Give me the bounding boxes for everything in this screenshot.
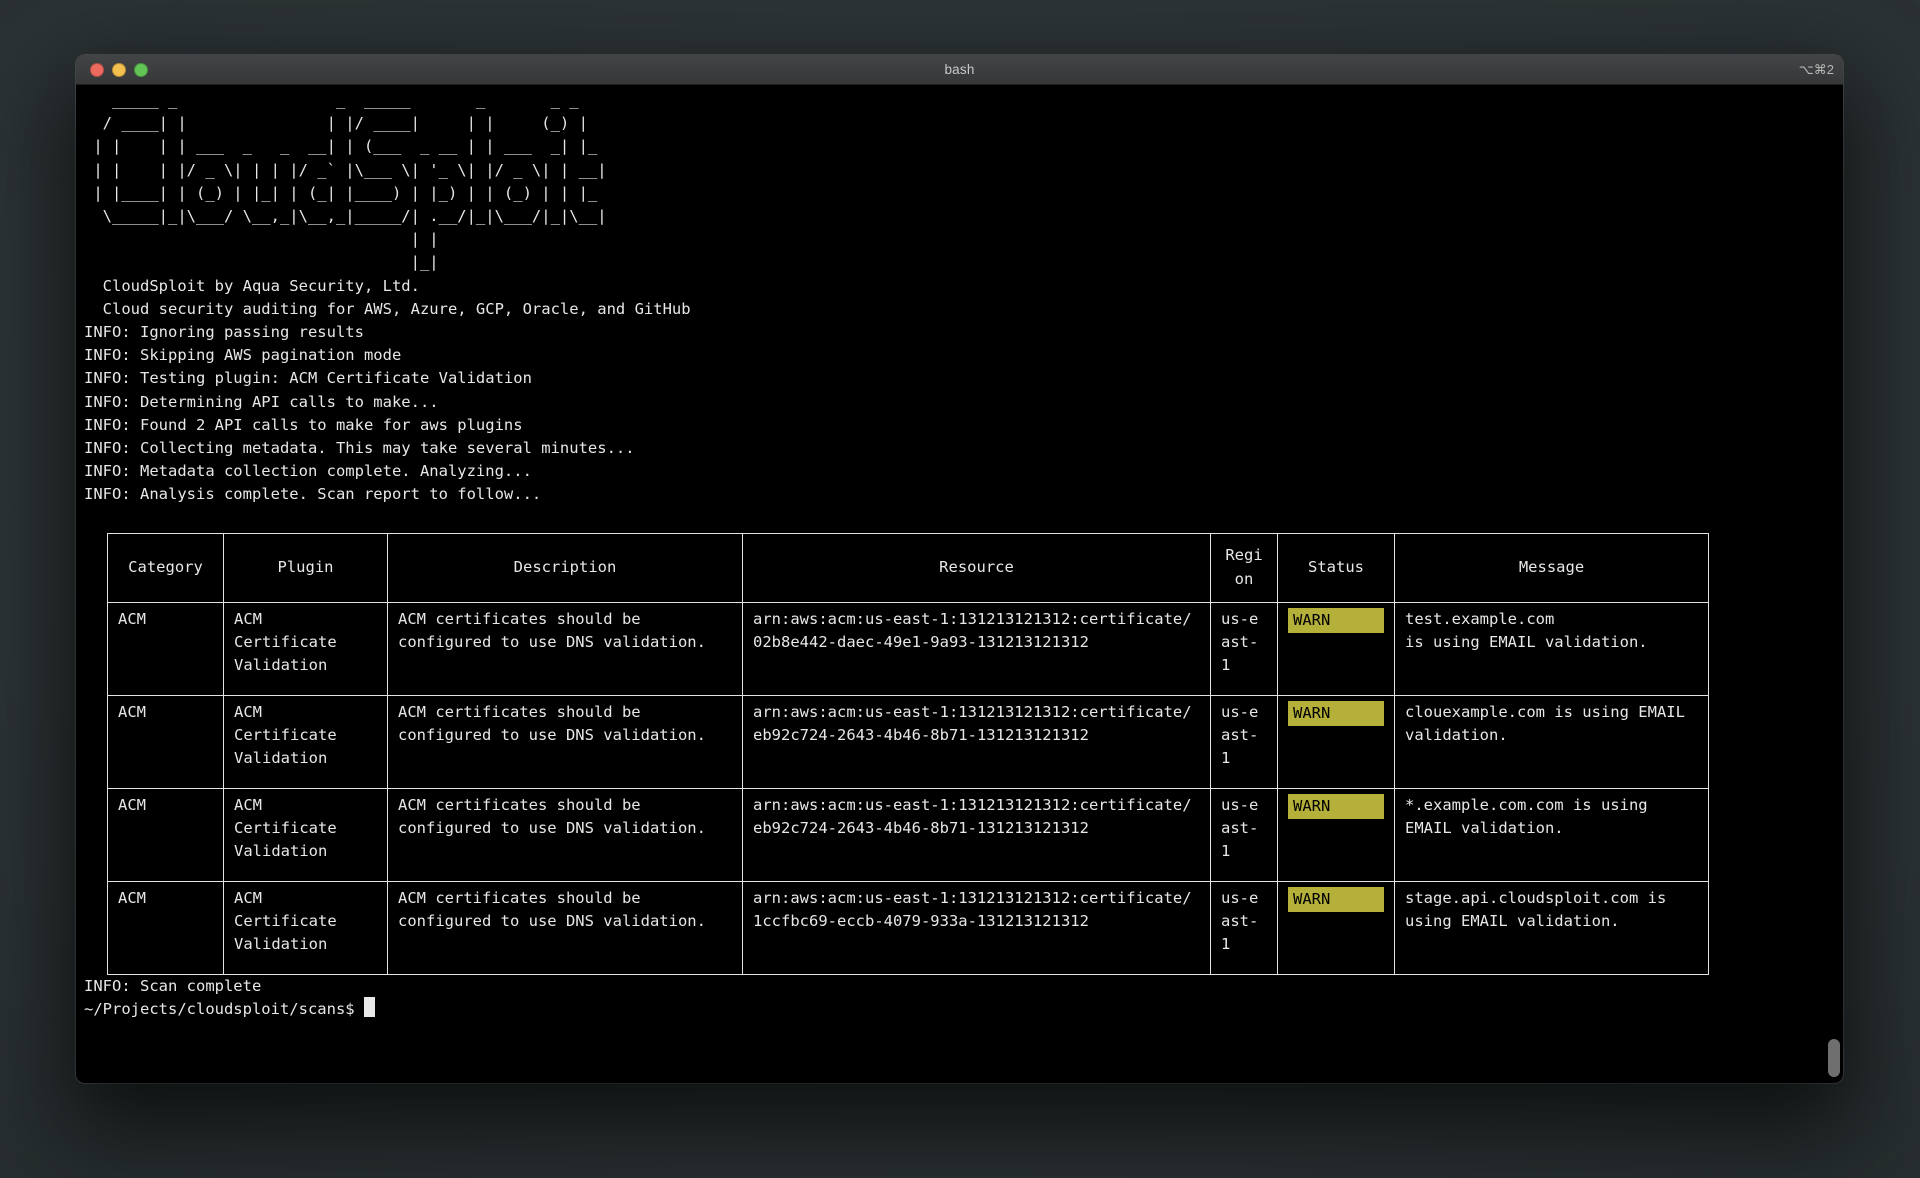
cell-description: ACM certificates should be configured to… xyxy=(388,788,743,881)
zoom-button[interactable] xyxy=(134,63,148,77)
close-button[interactable] xyxy=(90,63,104,77)
column-header-status: Status xyxy=(1278,533,1395,602)
cell-status: WARN xyxy=(1278,881,1395,974)
tab-shortcut-label: ⌥⌘2 xyxy=(1799,62,1834,78)
table-row: ACM ACM Certificate Validation ACM certi… xyxy=(108,602,1709,695)
cell-description: ACM certificates should be configured to… xyxy=(388,695,743,788)
scan-results-table: Category Plugin Description Resource Reg… xyxy=(107,533,1709,975)
traffic-lights xyxy=(90,55,148,84)
cell-category: ACM xyxy=(108,695,224,788)
intro-text: CloudSploit by Aqua Security, Ltd. Cloud… xyxy=(84,275,1843,321)
status-warn-badge: WARN xyxy=(1288,701,1384,726)
cell-resource: arn:aws:acm:us-east-1:131213121312:certi… xyxy=(743,788,1211,881)
cell-message: *.example.com.com is using EMAIL validat… xyxy=(1395,788,1709,881)
cell-region: us-e ast- 1 xyxy=(1211,788,1278,881)
cell-description: ACM certificates should be configured to… xyxy=(388,602,743,695)
column-header-category: Category xyxy=(108,533,224,602)
cell-message: clouexample.com is using EMAIL validatio… xyxy=(1395,695,1709,788)
status-warn-badge: WARN xyxy=(1288,794,1384,819)
cell-region: us-e ast- 1 xyxy=(1211,695,1278,788)
cell-description: ACM certificates should be configured to… xyxy=(388,881,743,974)
cell-region: us-e ast- 1 xyxy=(1211,602,1278,695)
status-warn-badge: WARN xyxy=(1288,887,1384,912)
cell-plugin: ACM Certificate Validation xyxy=(224,602,388,695)
cell-plugin: ACM Certificate Validation xyxy=(224,881,388,974)
column-header-description: Description xyxy=(388,533,743,602)
cell-status: WARN xyxy=(1278,788,1395,881)
cloudsploit-ascii-logo: _____ _ _ _____ _ _ _ / ____| | | |/ ___… xyxy=(84,89,1843,275)
terminal-screen[interactable]: _____ _ _ _____ _ _ _ / ____| | | |/ ___… xyxy=(76,85,1843,1083)
column-header-region: Regi on xyxy=(1211,533,1278,602)
minimize-button[interactable] xyxy=(112,63,126,77)
terminal-window: bash ⌥⌘2 _____ _ _ _____ _ _ _ / ____| |… xyxy=(76,55,1843,1083)
window-titlebar[interactable]: bash ⌥⌘2 xyxy=(76,55,1843,85)
table-row: ACM ACM Certificate Validation ACM certi… xyxy=(108,881,1709,974)
cell-status: WARN xyxy=(1278,602,1395,695)
cell-message: test.example.com is using EMAIL validati… xyxy=(1395,602,1709,695)
shell-prompt: ~/Projects/cloudsploit/scans$ xyxy=(84,1000,364,1018)
cell-resource: arn:aws:acm:us-east-1:131213121312:certi… xyxy=(743,602,1211,695)
cell-resource: arn:aws:acm:us-east-1:131213121312:certi… xyxy=(743,881,1211,974)
terminal-cursor xyxy=(364,997,375,1017)
cell-status: WARN xyxy=(1278,695,1395,788)
scan-complete-line: INFO: Scan complete xyxy=(84,975,1843,998)
cell-category: ACM xyxy=(108,881,224,974)
status-warn-badge: WARN xyxy=(1288,608,1384,633)
cell-plugin: ACM Certificate Validation xyxy=(224,788,388,881)
cell-message: stage.api.cloudsploit.com is using EMAIL… xyxy=(1395,881,1709,974)
scrollbar-thumb[interactable] xyxy=(1828,1039,1840,1077)
column-header-plugin: Plugin xyxy=(224,533,388,602)
cell-category: ACM xyxy=(108,602,224,695)
column-header-message: Message xyxy=(1395,533,1709,602)
cell-plugin: ACM Certificate Validation xyxy=(224,695,388,788)
cell-resource: arn:aws:acm:us-east-1:131213121312:certi… xyxy=(743,695,1211,788)
cell-category: ACM xyxy=(108,788,224,881)
cell-region: us-e ast- 1 xyxy=(1211,881,1278,974)
window-title: bash xyxy=(76,62,1843,77)
column-header-resource: Resource xyxy=(743,533,1211,602)
table-row: ACM ACM Certificate Validation ACM certi… xyxy=(108,788,1709,881)
table-header-row: Category Plugin Description Resource Reg… xyxy=(108,533,1709,602)
table-row: ACM ACM Certificate Validation ACM certi… xyxy=(108,695,1709,788)
shell-prompt-line[interactable]: ~/Projects/cloudsploit/scans$ xyxy=(84,998,1843,1021)
info-log: INFO: Ignoring passing results INFO: Ski… xyxy=(84,321,1843,507)
